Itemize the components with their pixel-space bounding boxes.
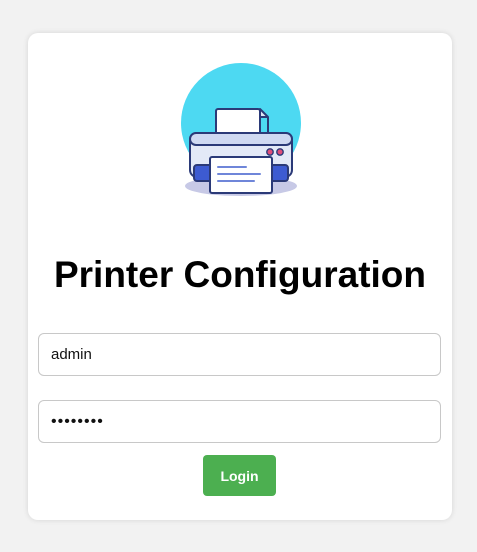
password-input[interactable] xyxy=(38,400,441,443)
login-button[interactable]: Login xyxy=(203,455,276,496)
page-title: Printer Configuration xyxy=(53,254,427,295)
printer-icon xyxy=(181,63,301,196)
username-input[interactable] xyxy=(38,333,441,376)
login-card: Printer Configuration Login xyxy=(28,33,452,520)
